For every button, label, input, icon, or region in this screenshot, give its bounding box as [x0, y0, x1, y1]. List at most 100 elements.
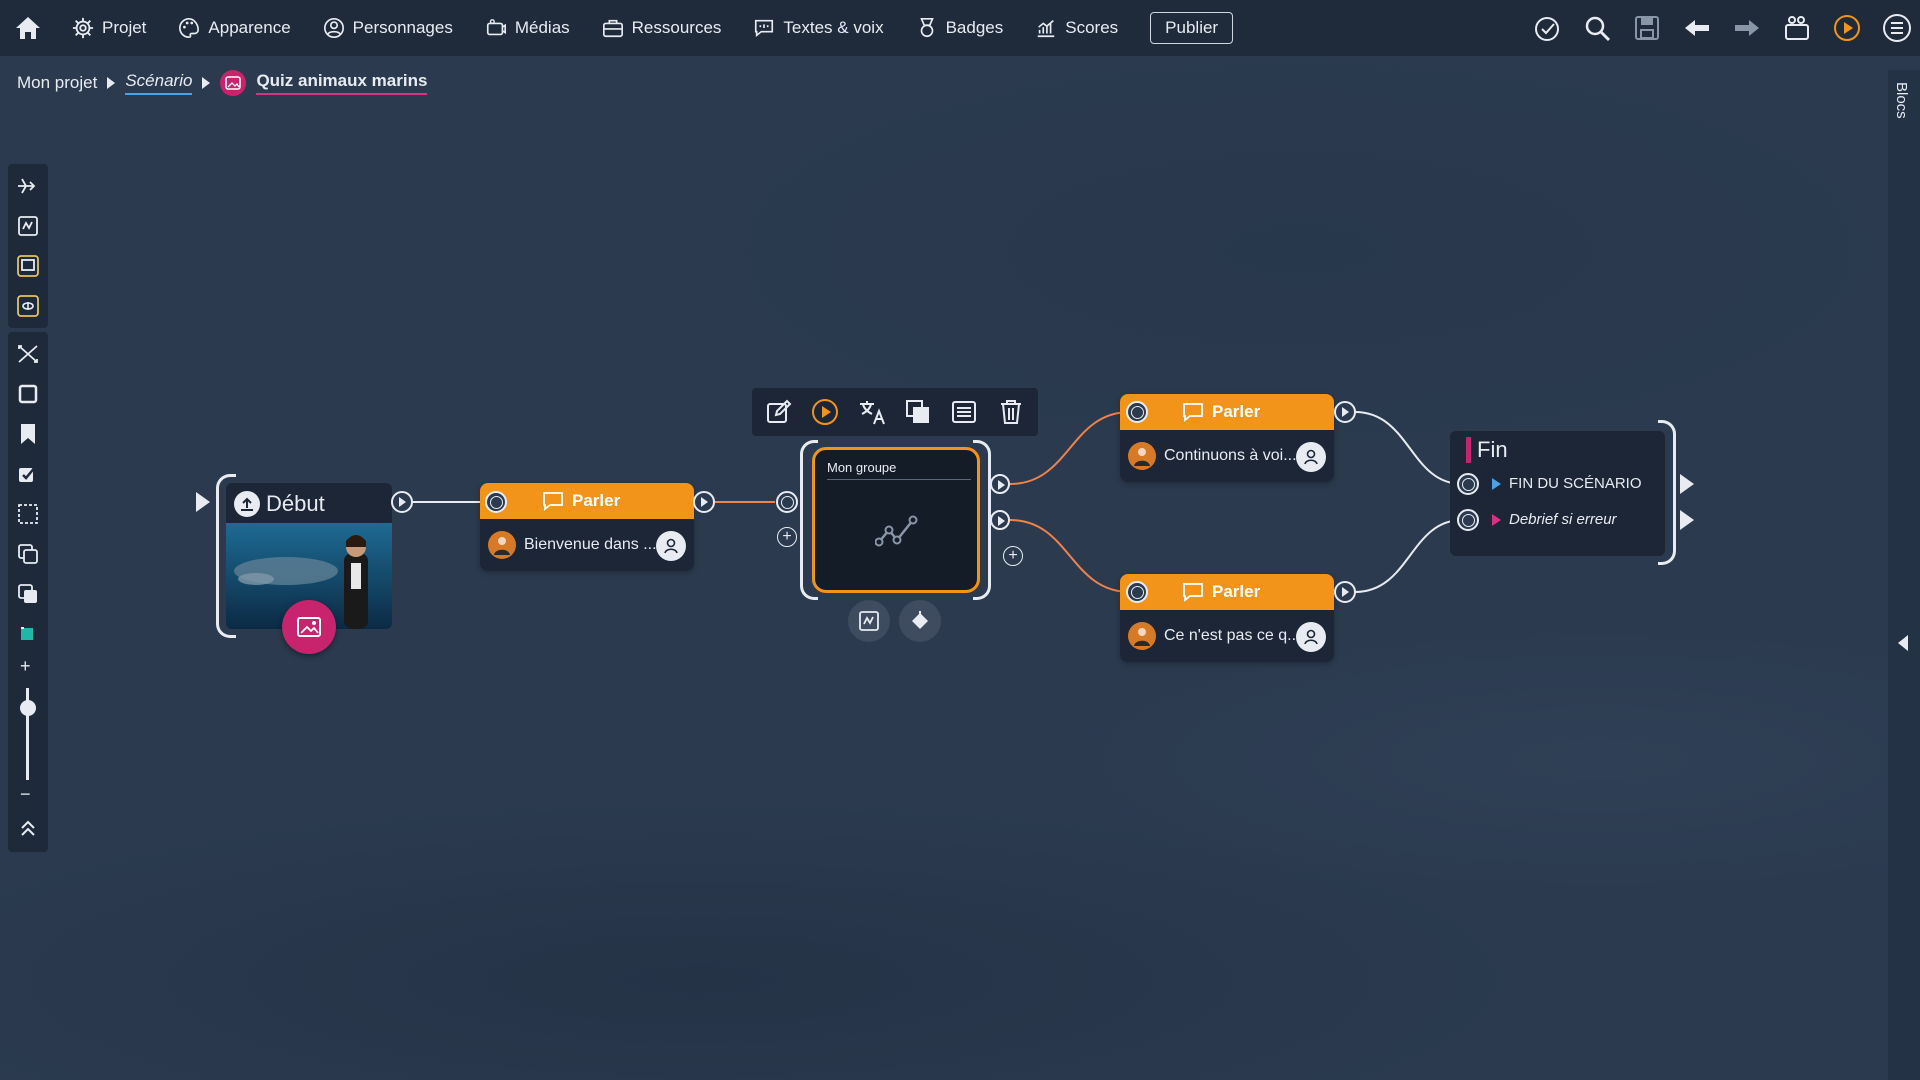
tool-screen[interactable]: [8, 246, 48, 286]
start-title: Début: [266, 491, 325, 516]
speak-block-1-output-port[interactable]: [693, 491, 715, 513]
nav-personnages[interactable]: Personnages: [307, 0, 469, 56]
top-bar: Projet Apparence Personnages Médias Ress…: [0, 0, 1920, 56]
group-add-input-button[interactable]: +: [777, 527, 797, 547]
person-icon: [323, 18, 344, 38]
speak-block-2[interactable]: Parler Continuons à voi...: [1120, 394, 1334, 482]
zoom-in-button[interactable]: +: [20, 656, 31, 677]
checklist-icon: [19, 465, 37, 482]
speak-block-3-input-port[interactable]: [1126, 581, 1148, 603]
home-icon: [16, 17, 40, 39]
nav-ressources[interactable]: Ressources: [586, 0, 738, 56]
end-row-2-play-icon[interactable]: [1680, 510, 1694, 530]
group-block[interactable]: Mon groupe: [812, 447, 980, 593]
end-block-bracket: [1658, 420, 1676, 565]
publish-button[interactable]: Publier: [1150, 12, 1234, 44]
speak-block-2-input-port[interactable]: [1126, 401, 1148, 423]
edit-icon: [767, 399, 792, 423]
check-circle-icon[interactable]: [1532, 13, 1562, 43]
breadcrumb-current[interactable]: Quiz animaux marins: [256, 71, 428, 95]
end-row-fin-scenario[interactable]: FIN DU SCÉNARIO: [1492, 475, 1642, 492]
play-icon[interactable]: [1832, 13, 1862, 43]
end-row-debrief[interactable]: Debrief si erreur: [1492, 511, 1617, 528]
speak-block-2-header: Parler: [1120, 394, 1334, 430]
home-button[interactable]: [0, 0, 56, 56]
edit-button[interactable]: [762, 395, 796, 429]
duplicate-button[interactable]: [901, 395, 935, 429]
blocs-panel-label[interactable]: Blocs: [1893, 82, 1910, 119]
speak-block-2-output-port[interactable]: [1334, 401, 1356, 423]
speech-bubble-icon: [1183, 583, 1203, 602]
redo-arrow-icon[interactable]: [1732, 13, 1762, 43]
search-icon[interactable]: [1582, 13, 1612, 43]
tool-function[interactable]: [8, 206, 48, 246]
zoom-out-button[interactable]: −: [20, 784, 31, 805]
voice-user-icon[interactable]: [656, 531, 686, 561]
double-chevron-up-icon: [21, 820, 35, 836]
comment-button[interactable]: [947, 395, 981, 429]
expand-panel-icon[interactable]: [1898, 635, 1908, 651]
breadcrumb-scenario[interactable]: Scénario: [125, 71, 193, 95]
speak-block-3[interactable]: Parler Ce n'est pas ce q...: [1120, 574, 1334, 662]
clapper-icon[interactable]: [1782, 13, 1812, 43]
undo-arrow-icon[interactable]: [1682, 13, 1712, 43]
start-output-port[interactable]: [391, 491, 413, 513]
tool-color-marker[interactable]: [8, 614, 48, 654]
start-media-button[interactable]: [282, 600, 336, 654]
group-add-output-button[interactable]: +: [1003, 546, 1023, 566]
group-function-button[interactable]: [848, 600, 890, 642]
speak-block-3-text: Ce n'est pas ce q...: [1164, 627, 1301, 644]
delete-button[interactable]: [994, 395, 1028, 429]
end-input-port-1[interactable]: [1457, 473, 1479, 495]
color-marker-icon: [21, 627, 33, 640]
link-group-speak3: [1009, 519, 1131, 593]
nav-badges[interactable]: Badges: [900, 0, 1020, 56]
palette-icon: [179, 18, 200, 38]
nav-textes-voix[interactable]: Textes & voix: [737, 0, 899, 56]
speak-block-3-output-port[interactable]: [1334, 581, 1356, 603]
menu-icon[interactable]: [1882, 13, 1912, 43]
nav-medias[interactable]: Médias: [469, 0, 586, 56]
tool-select[interactable]: [8, 494, 48, 534]
group-input-port[interactable]: [776, 491, 798, 513]
end-input-port-2[interactable]: [1457, 509, 1479, 531]
tool-cross[interactable]: [8, 334, 48, 374]
nav-textes-voix-label: Textes & voix: [783, 18, 884, 37]
speak-block-3-header: Parler: [1120, 574, 1334, 610]
start-play-icon[interactable]: [196, 492, 210, 512]
tool-brain[interactable]: [8, 286, 48, 326]
comment-icon: [952, 401, 977, 423]
nav-apparence[interactable]: Apparence: [162, 0, 306, 56]
voice-user-icon[interactable]: [1296, 622, 1326, 652]
nav-scores[interactable]: Scores: [1019, 0, 1134, 56]
play-button[interactable]: [808, 395, 842, 429]
shuffle-icon: [18, 345, 38, 363]
end-row-1-play-icon[interactable]: [1680, 474, 1694, 494]
tool-paste[interactable]: [8, 574, 48, 614]
end-block[interactable]: Fin FIN DU SCÉNARIO Debrief si erreur: [1450, 431, 1665, 556]
save-icon[interactable]: [1632, 13, 1662, 43]
end-row-2-label: Debrief si erreur: [1509, 511, 1617, 528]
translate-button[interactable]: [855, 395, 889, 429]
group-output-port-1[interactable]: [990, 474, 1010, 494]
tool-frame[interactable]: [8, 374, 48, 414]
trash-icon: [1000, 400, 1021, 424]
image-icon: [297, 617, 321, 637]
tool-copy[interactable]: [8, 534, 48, 574]
gear-icon: [72, 17, 94, 39]
pink-triangle-icon: [1492, 513, 1501, 526]
nav-projet[interactable]: Projet: [56, 0, 162, 56]
group-output-port-2[interactable]: [990, 510, 1010, 530]
collapse-toolbar-button[interactable]: [8, 808, 48, 848]
function-icon: [859, 611, 879, 631]
tool-bookmark[interactable]: [8, 414, 48, 454]
speak-block-1-input-port[interactable]: [485, 491, 507, 513]
breadcrumb-project[interactable]: Mon projet: [17, 73, 97, 93]
speak-block-1[interactable]: Parler Bienvenue dans ...: [480, 483, 694, 571]
group-fill-button[interactable]: [899, 600, 941, 642]
tool-checklist[interactable]: [8, 454, 48, 494]
tool-link[interactable]: [8, 166, 48, 206]
voice-user-icon[interactable]: [1296, 442, 1326, 472]
function-icon: [18, 216, 38, 236]
zoom-slider-knob[interactable]: [20, 700, 36, 716]
